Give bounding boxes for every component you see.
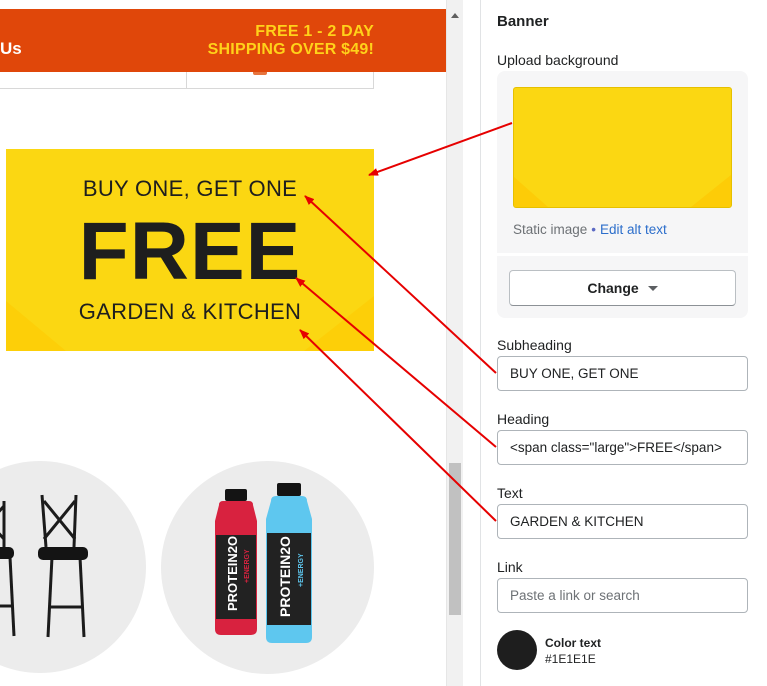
bottle-right-flavor: +ENERGY [298, 553, 305, 587]
preview-scrollbar[interactable] [446, 0, 463, 686]
nav-row [0, 72, 374, 89]
nav-cut-accent [253, 72, 267, 75]
heading-label: Heading [497, 411, 550, 427]
banner-text: GARDEN & KITCHEN [78, 299, 302, 324]
static-image-label: Static image [513, 222, 588, 237]
promo-line-2: SHIPPING OVER $49! [207, 41, 374, 58]
panel-gap [463, 0, 480, 686]
nav-divider [186, 72, 187, 89]
caret-down-icon [647, 286, 658, 291]
change-button-label: Change [587, 280, 639, 296]
scroll-up-arrow-icon[interactable] [451, 13, 459, 18]
text-input[interactable]: GARDEN & KITCHEN [497, 504, 748, 539]
subheading-input[interactable]: BUY ONE, GET ONE [497, 356, 748, 391]
banner-settings-panel: Banner Upload background Static image • Ed… [480, 0, 767, 686]
color-text-label: Color text [545, 636, 602, 650]
banner-subheading: BUY ONE, GET ONE [82, 176, 298, 201]
meta-separator: • [591, 222, 597, 237]
color-text-value: #1E1E1E [545, 652, 596, 666]
bottle-left-flavor: +ENERGY [244, 549, 251, 583]
upload-meta: Static image • Edit alt text [513, 222, 667, 237]
link-input[interactable]: Paste a link or search [497, 578, 748, 613]
bottle-left-brand: PROTEIN2O [225, 536, 240, 611]
scrollbar-thumb[interactable] [449, 463, 461, 615]
upload-background-label: Upload background [497, 52, 619, 68]
text-label: Text [497, 485, 523, 501]
promo-line-1: FREE 1 - 2 DAY [255, 23, 374, 40]
thumb-corner-left [514, 177, 548, 207]
promo-shipping-text: FREE 1 - 2 DAY SHIPPING OVER $49! [208, 23, 374, 59]
edit-alt-text-link[interactable]: Edit alt text [600, 222, 667, 237]
bar-stools-image [0, 494, 88, 638]
change-area: Change [497, 256, 748, 318]
background-thumbnail[interactable] [513, 87, 732, 208]
product-circle-protein-water[interactable]: PROTEIN2O +ENERGY PROTEIN2O +ENERGY [161, 461, 374, 674]
subheading-label: Subheading [497, 337, 572, 353]
change-button[interactable]: Change [509, 270, 736, 306]
storefront-preview: Us FREE 1 - 2 DAY SHIPPING OVER $49! BUY… [0, 0, 446, 686]
promo-banner[interactable]: BUY ONE, GET ONE FREE GARDEN & KITCHEN [6, 149, 374, 351]
color-text-swatch[interactable] [497, 630, 537, 670]
banner-heading: FREE [78, 206, 302, 297]
panel-title: Banner [497, 13, 549, 30]
bottle-right-brand: PROTEIN2O [277, 536, 293, 617]
promo-bar: Us FREE 1 - 2 DAY SHIPPING OVER $49! [0, 9, 446, 72]
heading-input[interactable]: <span class="large">FREE</span> [497, 430, 748, 465]
product-circle-bar-stools[interactable] [0, 461, 146, 673]
promo-left-text[interactable]: Us [0, 39, 22, 59]
link-label: Link [497, 559, 523, 575]
thumb-corner-right [691, 175, 731, 207]
upload-card: Static image • Edit alt text [497, 71, 748, 253]
protein-water-image: PROTEIN2O +ENERGY PROTEIN2O +ENERGY [215, 483, 312, 643]
